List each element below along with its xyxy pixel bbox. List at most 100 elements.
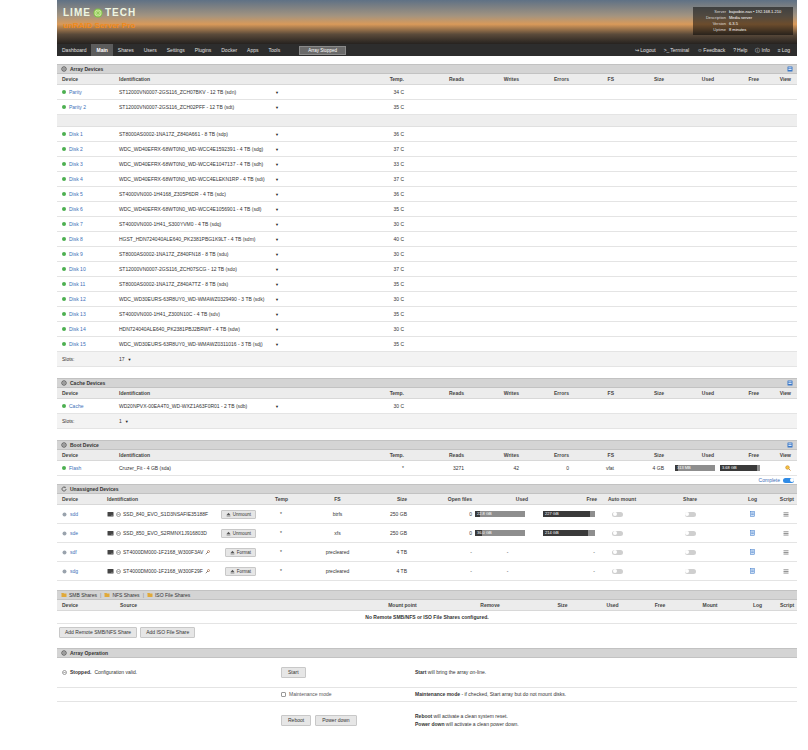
disk-select[interactable]: HDN724040ALE640_PK2381PBJ2BRWT - 4 TB (s… [119, 326, 279, 333]
device-link[interactable]: Disk 3 [69, 161, 83, 168]
reboot-button[interactable]: Reboot [281, 715, 311, 726]
disk-select[interactable]: ST12000VN0007-2GS116_ZCH07SCG - 12 TB (s… [119, 266, 279, 273]
nav-tab[interactable]: Settings [162, 44, 190, 56]
hdd-icon [107, 511, 114, 517]
device-link[interactable]: Flash [69, 465, 81, 472]
dropdown-arrow: ▼ [275, 146, 279, 153]
disk-id: ST8000AS0002-1NA17Z_Z840A661 - 8 TB (sdp… [119, 131, 228, 138]
device-link[interactable]: Disk 6 [69, 206, 83, 213]
device-link[interactable]: sde [70, 530, 78, 537]
start-button[interactable]: Start [281, 667, 306, 678]
toggle-switch[interactable] [612, 512, 623, 517]
device-link[interactable]: Disk 10 [69, 266, 86, 273]
device-link[interactable]: Parity [69, 89, 82, 96]
add-share-button[interactable]: Add Remote SMB/NFS Share [59, 627, 137, 638]
logo[interactable]: LIMETECH [63, 7, 136, 18]
script-icon[interactable] [783, 550, 789, 555]
unmount-button[interactable]: Unmount [221, 529, 256, 538]
log-icon[interactable] [750, 530, 755, 536]
log-icon[interactable] [750, 549, 755, 555]
device-link[interactable]: Disk 8 [69, 236, 83, 243]
log-cell [730, 530, 775, 536]
toggle-switch[interactable] [685, 512, 696, 517]
toggle-view-icon[interactable] [787, 380, 793, 386]
device-link[interactable]: sdd [70, 511, 78, 518]
device-link[interactable]: Disk 9 [69, 251, 83, 258]
disk-select[interactable]: WDC_WD30EURS-63R8UY0_WD-WMAWZ0329490 - 3… [119, 296, 279, 303]
nav-tab[interactable]: Users [139, 44, 162, 56]
toggle-view-icon[interactable] [787, 66, 793, 72]
script-icon[interactable] [783, 569, 789, 574]
share-tab[interactable]: NFS Shares [104, 592, 139, 599]
toggle-view-icon[interactable] [787, 442, 793, 448]
toggle-switch[interactable] [612, 531, 623, 536]
format-button[interactable]: Format [225, 548, 256, 557]
nav-tab[interactable]: Docker [216, 44, 242, 56]
slots-select[interactable]: 17▼ [119, 356, 139, 363]
disk-select[interactable]: ST4000VN000-1H41_Z300N10C - 4 TB (sdv)▼ [119, 311, 279, 318]
format-button[interactable]: Format [225, 567, 256, 576]
disk-select[interactable]: WDC_WD40EFRX-68WT0N0_WD-WCC4E1047137 - 4… [119, 161, 279, 168]
view-icon[interactable] [785, 465, 791, 471]
nav-action[interactable]: >_Terminal [660, 44, 694, 56]
open-files-cell: - [410, 549, 475, 556]
log-icon[interactable] [750, 568, 755, 574]
script-icon[interactable] [783, 512, 789, 517]
nav-bar: DashboardMainSharesUsersSettingsPluginsD… [57, 44, 797, 56]
disk-select[interactable]: HGST_HDN724040ALE640_PK2381PBG1K9LT - 4 … [119, 236, 279, 243]
toggle-switch[interactable] [612, 550, 623, 555]
device-link[interactable]: sdg [70, 568, 78, 575]
disk-select[interactable]: WD20NPVX-00EA4T0_WD-WXZ1A63F0R01 - 2 TB … [119, 403, 279, 410]
power-down-button[interactable]: Power down [315, 715, 357, 726]
nav-action[interactable]: ☺Feedback [693, 44, 729, 56]
nav-action[interactable]: ≡Log [774, 44, 794, 56]
share-tab[interactable]: ISO File Shares [147, 592, 190, 599]
disk-select[interactable]: WDC_WD40EFRX-68WT0N0_WD-WCC4E1592391 - 4… [119, 146, 279, 153]
toggle-switch[interactable] [612, 569, 623, 574]
nav-tab[interactable]: Dashboard [57, 44, 91, 56]
share-tab[interactable]: SMB Shares [61, 592, 97, 599]
device-link[interactable]: Parity 2 [69, 104, 86, 111]
toggle-switch[interactable] [685, 569, 696, 574]
device-link[interactable]: Disk 1 [69, 131, 83, 138]
device-link[interactable]: Disk 14 [69, 326, 86, 333]
nav-tab[interactable]: Tools [264, 44, 286, 56]
toggle-switch[interactable] [685, 531, 696, 536]
device-link[interactable]: sdf [70, 549, 77, 556]
disk-select[interactable]: ST8000AS0002-1NA17Z_Z840A7TZ - 8 TB (sds… [119, 281, 279, 288]
log-icon[interactable] [750, 511, 755, 517]
disk-select[interactable]: ST4000VN000-1H4168_Z305P6DR - 4 TB (sdc)… [119, 191, 279, 198]
disk-select[interactable]: WDC_WD30EURS-63R8UY0_WD-WMAWZ0311016 - 3… [119, 341, 279, 348]
nav-tab[interactable]: Plugins [190, 44, 216, 56]
nav-action[interactable]: ⓘInfo [751, 44, 773, 56]
nav-action[interactable]: ↪Logout [631, 44, 659, 56]
disk-select[interactable]: ST12000VN0007-2GS116_ZCH02PFF - 12 TB (s… [119, 104, 279, 111]
disk-select[interactable]: WDC_WD40EFRX-68WT0N0_WD-WCC4ELEKN1RP - 4… [119, 176, 279, 183]
device-link[interactable]: Disk 7 [69, 221, 83, 228]
device-link[interactable]: Disk 13 [69, 311, 86, 318]
column-title: Temp. [342, 76, 407, 83]
device-link[interactable]: Cache [69, 403, 83, 410]
disk-select[interactable]: ST4000VN000-1H41_S300YVM0 - 4 TB (sdq)▼ [119, 221, 279, 228]
device-link[interactable]: Disk 5 [69, 191, 83, 198]
disk-select[interactable]: ST12000VN0007-2GS116_ZCH07BKV - 12 TB (s… [119, 89, 279, 96]
device-link[interactable]: Disk 15 [69, 341, 86, 348]
device-link[interactable]: Disk 4 [69, 176, 83, 183]
toggle-switch[interactable] [685, 550, 696, 555]
disk-select[interactable]: WDC_WD40EFRX-68WT0N0_WD-WCC4E1056901 - 4… [119, 206, 279, 213]
maintenance-checkbox[interactable] [281, 692, 286, 697]
disk-select[interactable]: ST8000AS0002-1NA17Z_Z840A661 - 8 TB (sdp… [119, 131, 279, 138]
nav-action[interactable]: ?Help [729, 44, 751, 56]
unmount-button[interactable]: Unmount [221, 510, 256, 519]
add-share-button[interactable]: Add ISO File Share [140, 627, 195, 638]
disk-select[interactable]: ST8000AS0002-1NA17Z_Z840FN18 - 8 TB (sdu… [119, 251, 279, 258]
nav-tab[interactable]: Shares [113, 44, 139, 56]
nav-tab[interactable]: Apps [242, 44, 263, 56]
script-icon[interactable] [783, 531, 789, 536]
device-link[interactable]: Disk 11 [69, 281, 85, 288]
device-link[interactable]: Disk 2 [69, 146, 83, 153]
nav-tab[interactable]: Main [91, 44, 112, 56]
slots-select[interactable]: 1▼ [119, 418, 139, 425]
device-link[interactable]: Disk 12 [69, 296, 86, 303]
toggle-switch[interactable] [783, 478, 794, 483]
